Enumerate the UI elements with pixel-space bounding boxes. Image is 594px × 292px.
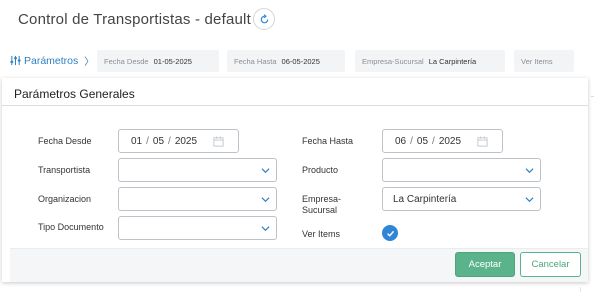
chip-label: Empresa-Sucursal [362,56,424,66]
tipo-documento-label: Tipo Documento [38,222,104,232]
fecha-desde-input[interactable]: 01 / 05 / 2025 [118,129,239,153]
empresa-sucursal-label-line2: Sucursal [302,205,338,215]
select-value: La Carpintería [393,193,457,205]
divider [2,105,588,106]
empresa-sucursal-label: Empresa- Sucursal [302,194,341,216]
chip-label: Fecha Hasta [234,56,277,66]
chip-fecha-hasta[interactable]: Fecha Hasta 06-05-2025 [227,50,345,72]
refresh-button[interactable] [253,8,275,30]
calendar-icon[interactable] [477,136,488,147]
fecha-desde-label: Fecha Desde [38,136,92,146]
producto-select[interactable] [382,158,541,182]
chip-label: Ver Items [521,56,553,66]
chevron-down-icon [261,168,270,174]
tipo-documento-select[interactable] [118,216,277,240]
fecha-hasta-input[interactable]: 06 / 05 / 2025 [382,129,503,153]
filter-summary-bar: Parámetros 〉 Fecha Desde 01-05-2025 Fech… [0,50,594,72]
transportista-select[interactable] [118,158,277,182]
month-value: 05 [416,135,429,147]
ver-items-checkbox[interactable] [382,225,398,241]
chip-fecha-desde[interactable]: Fecha Desde 01-05-2025 [97,50,219,72]
date-separator: / [168,135,171,147]
empresa-sucursal-select[interactable]: La Carpintería [382,187,541,211]
panel-title: Parámetros Generales [14,87,135,101]
page-title: Control de Transportistas - default [18,11,251,28]
producto-label: Producto [302,165,339,175]
organizacion-select[interactable] [118,187,277,211]
chevron-down-icon [261,226,270,232]
date-separator: / [432,135,435,147]
fecha-hasta-label: Fecha Hasta [302,136,354,146]
chip-ver-items[interactable]: Ver Items [514,50,574,72]
date-separator: / [146,135,149,147]
calendar-icon[interactable] [213,136,224,147]
chevron-down-icon [525,168,534,174]
day-value: 06 [395,135,407,147]
chip-empresa-sucursal[interactable]: Empresa-Sucursal La Carpintería [355,50,505,72]
chevron-down-icon [261,197,270,203]
chip-value: La Carpintería [428,56,477,66]
transportista-label: Transportista [38,165,91,175]
refresh-icon [260,13,268,23]
checkmark-icon [386,230,394,237]
month-value: 05 [152,135,165,147]
sliders-icon [10,55,21,66]
chip-value: 01-05-2025 [153,56,192,66]
empresa-sucursal-label-line1: Empresa- [302,194,342,204]
year-value: 2025 [438,135,462,147]
year-value: 2025 [174,135,198,147]
parameters-toggle[interactable]: Parámetros 〉 [10,53,94,68]
ver-items-label: Ver Items [302,229,341,239]
cancel-button[interactable]: Cancelar [520,252,581,277]
accept-button[interactable]: Aceptar [455,252,515,277]
chevron-down-icon [525,197,534,203]
organizacion-label: Organizacion [38,194,92,204]
day-value: 01 [131,135,143,147]
parameters-toggle-label: Parámetros [24,54,79,67]
chevron-right-icon: 〉 [84,57,95,68]
chip-value: 06-05-2025 [281,56,320,66]
divider [580,287,581,292]
chip-label: Fecha Desde [104,56,149,66]
date-separator: / [410,135,413,147]
